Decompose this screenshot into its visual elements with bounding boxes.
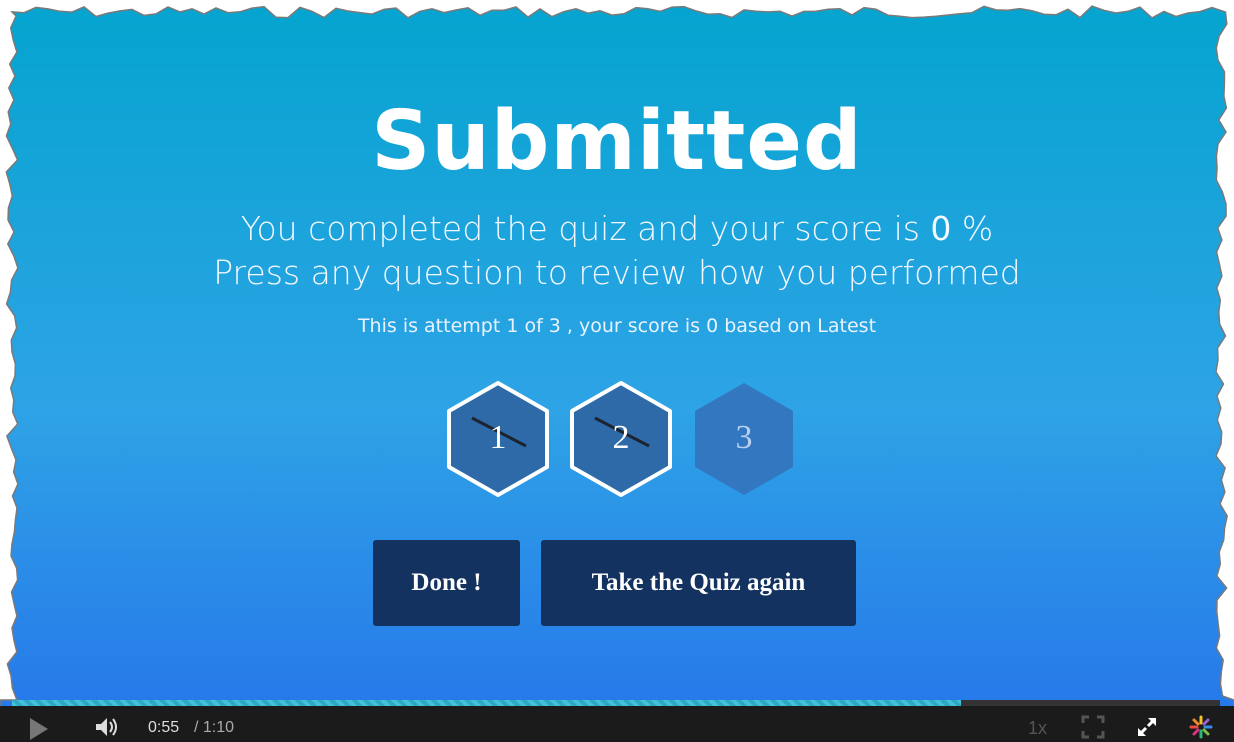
expand-icon[interactable]	[1134, 714, 1160, 740]
volume-icon[interactable]	[94, 716, 120, 738]
question-1-hex[interactable]: 1	[444, 380, 552, 498]
score-message: You completed the quiz and your score is…	[0, 207, 1234, 251]
score-message-prefix: You completed the quiz and your score is	[240, 209, 931, 248]
review-instruction: Press any question to review how you per…	[213, 253, 1021, 292]
retake-quiz-button[interactable]: Take the Quiz again	[541, 540, 856, 626]
control-bar: 0:55 / 1:10 1x	[0, 706, 1234, 742]
current-time: 0:55	[148, 719, 180, 736]
attempt-info: This is attempt 1 of 3 , your score is 0…	[357, 315, 877, 337]
question-2-hex[interactable]: 2	[567, 380, 675, 498]
score-value: 0	[930, 209, 952, 248]
score-unit: %	[951, 209, 994, 248]
done-button[interactable]: Done !	[373, 540, 520, 626]
question-3-label: 3	[735, 419, 753, 456]
quiz-result-panel: Submitted You completed the quiz and you…	[0, 0, 1234, 700]
question-1-label: 1	[489, 419, 507, 456]
playback-speed-button[interactable]: 1x	[1028, 718, 1047, 739]
total-time: / 1:10	[194, 719, 235, 736]
video-controls: 0:55 / 1:10 1x	[0, 700, 1234, 742]
spark-logo-icon[interactable]	[1188, 714, 1214, 740]
question-2-label: 2	[612, 419, 630, 456]
fullscreen-icon[interactable]	[1080, 714, 1106, 740]
page-title: Submitted	[371, 94, 863, 189]
video-player-frame: Submitted You completed the quiz and you…	[0, 0, 1234, 742]
question-3-hex[interactable]: 3	[690, 380, 798, 498]
play-icon[interactable]	[30, 718, 48, 740]
